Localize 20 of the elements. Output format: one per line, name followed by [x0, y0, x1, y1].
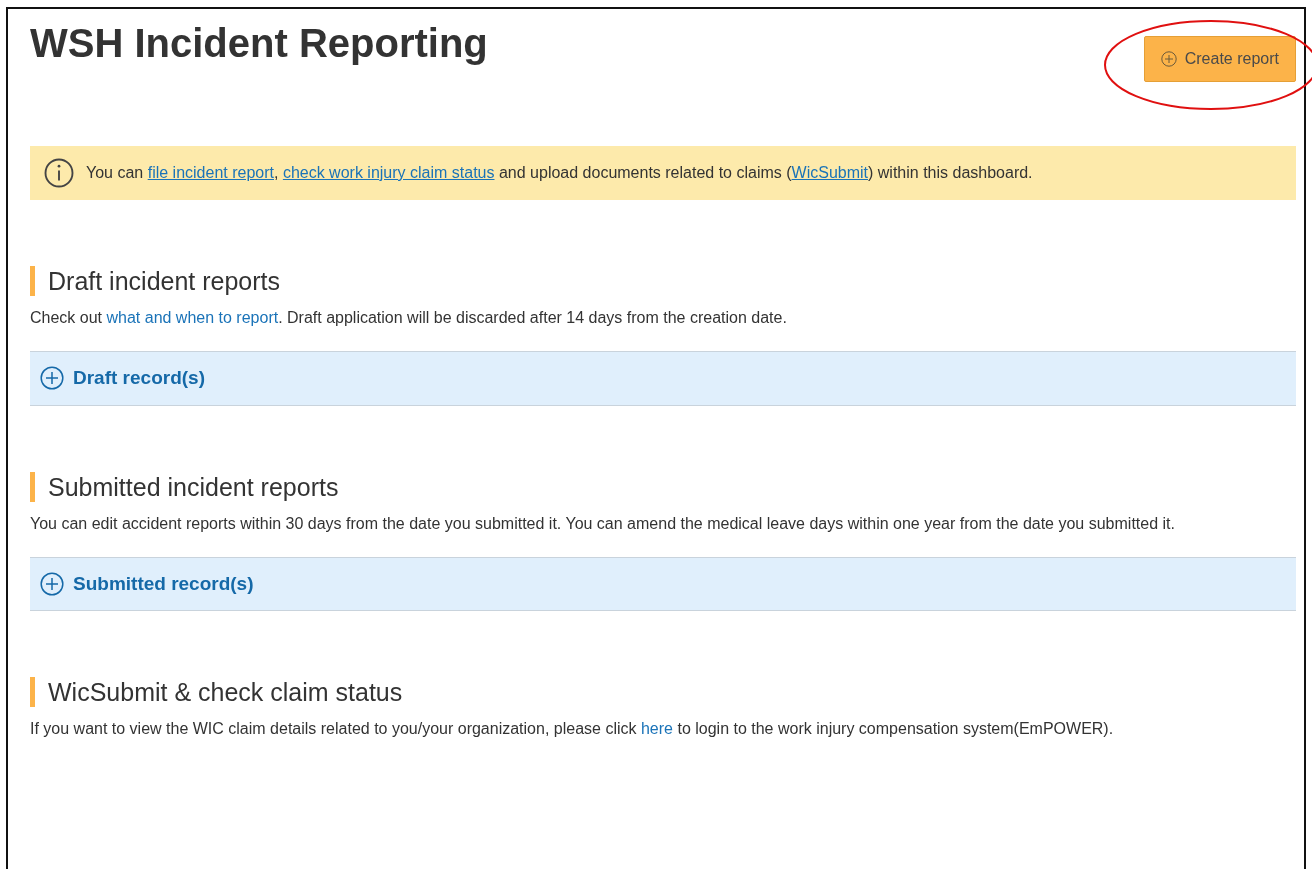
create-report-button[interactable]: Create report: [1143, 36, 1296, 82]
section-heading: WicSubmit & check claim status: [30, 677, 1296, 708]
section-description: Check out what and when to report. Draft application will be discarded after 14 days from the creation date.: [30, 308, 788, 328]
text-link[interactable]: what and when to report: [106, 309, 279, 326]
text-link[interactable]: WicSubmit: [791, 164, 868, 181]
plus-circle-icon: [1160, 51, 1177, 67]
accordion-header[interactable]: Submitted record(s): [30, 556, 1296, 612]
section-heading: Draft incident reports: [30, 266, 1296, 296]
plus-circle-icon: [40, 572, 64, 597]
text-link[interactable]: check work injury claim status: [282, 164, 495, 181]
text-link[interactable]: file incident report: [147, 164, 274, 181]
section-description: You can edit accident reports within 30 days from the date you submitted it. You can amend the medical leave days within one year from the date you submitted it.: [30, 513, 1176, 534]
accordion-header[interactable]: Draft record(s): [30, 351, 1296, 406]
plus-circle-icon: [40, 366, 64, 391]
page-title: WSH Incident Reporting: [30, 20, 488, 67]
section-heading: Submitted incident reports: [30, 471, 1296, 502]
notice-text: You can file incident report, check work injury claim status and upload documents related to claims (WicSubmit) within this dashboard.: [86, 163, 1033, 183]
text-link[interactable]: here: [640, 720, 673, 738]
info-icon: [44, 158, 74, 188]
section-description: If you want to view the WIC claim details related to you/your organization, please click here to login to the work injury compensation system(EmPOWER).: [30, 719, 1115, 740]
